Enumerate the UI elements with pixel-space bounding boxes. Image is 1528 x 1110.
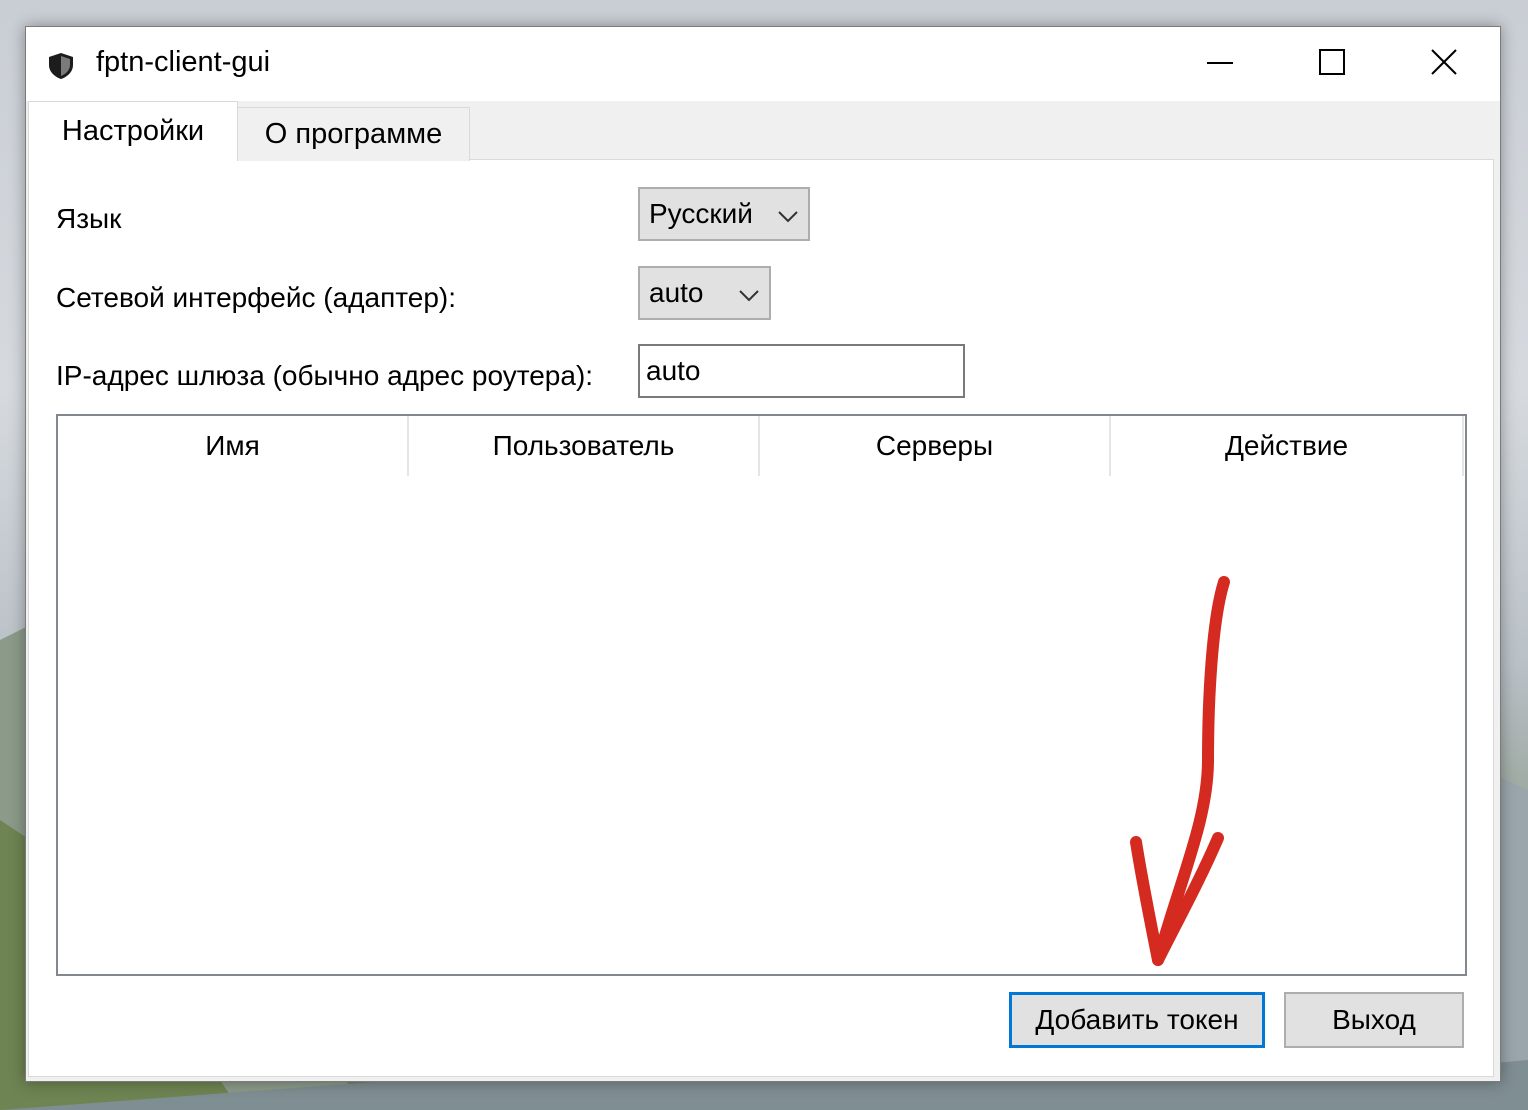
close-button[interactable] (1388, 27, 1500, 101)
gateway-ip-label: IP-адрес шлюза (обычно адрес роутера): (56, 360, 594, 391)
column-header-action[interactable]: Действие (1111, 416, 1464, 476)
chevron-down-icon (739, 277, 759, 309)
network-interface-label: Сетевой интерфейс (адаптер): (56, 282, 457, 313)
table-header: Имя Пользователь Серверы Действие (58, 416, 1465, 476)
title-bar[interactable]: fptn-client-gui (26, 27, 1500, 101)
shield-icon (46, 51, 76, 81)
column-header-user[interactable]: Пользователь (409, 416, 760, 476)
language-label: Язык (56, 203, 122, 234)
language-select[interactable]: Русский (638, 187, 810, 241)
maximize-icon (1318, 48, 1346, 81)
column-header-servers[interactable]: Серверы (760, 416, 1111, 476)
tab-about[interactable]: О программе (237, 107, 470, 161)
tab-settings[interactable]: Настройки (28, 101, 238, 161)
column-header-name[interactable]: Имя (58, 416, 409, 476)
gateway-ip-input[interactable]: auto (638, 344, 965, 398)
language-value: Русский (649, 198, 753, 229)
maximize-button[interactable] (1276, 27, 1388, 101)
minimize-icon (1206, 48, 1234, 81)
network-interface-value: auto (649, 277, 704, 308)
add-token-button[interactable]: Добавить токен (1009, 992, 1265, 1048)
network-interface-select[interactable]: auto (638, 266, 771, 320)
exit-button[interactable]: Выход (1284, 992, 1464, 1048)
window-title: fptn-client-gui (96, 46, 271, 78)
minimize-button[interactable] (1164, 27, 1276, 101)
chevron-down-icon (778, 198, 798, 230)
tokens-table: Имя Пользователь Серверы Действие (56, 414, 1467, 976)
app-window: fptn-client-gui Настройки О программе Яз… (25, 26, 1501, 1082)
close-icon (1430, 48, 1458, 81)
